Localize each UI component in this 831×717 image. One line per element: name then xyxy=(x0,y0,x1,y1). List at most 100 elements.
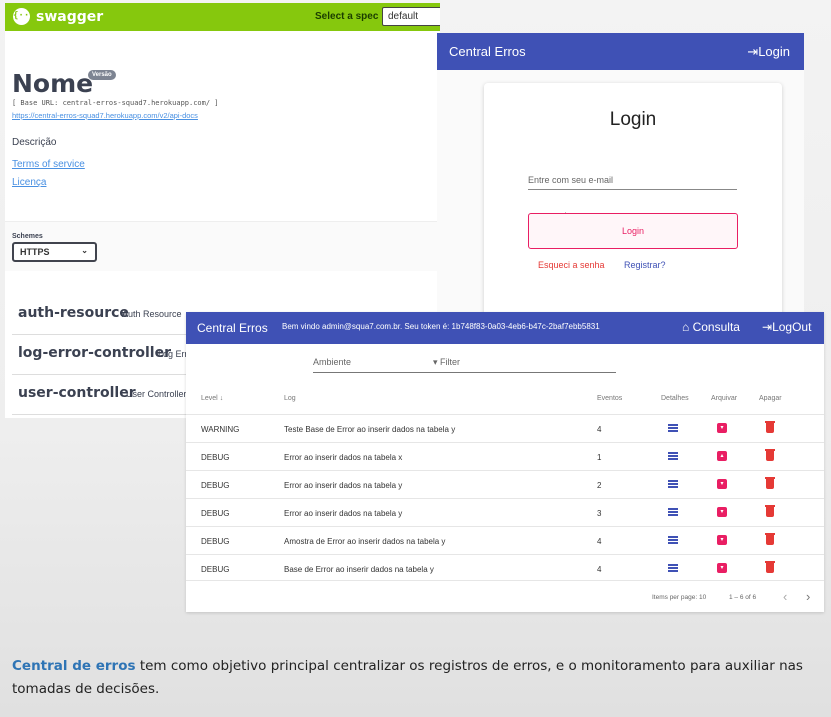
spec-label: Select a spec xyxy=(315,11,379,22)
trash-icon[interactable] xyxy=(765,477,775,489)
cell-log: Error ao inserir dados na tabela x xyxy=(284,453,403,462)
consulta-button[interactable]: ⌂ Consulta xyxy=(682,320,740,334)
login-window: Central Erros ⇥Login Login Entre com seu… xyxy=(437,33,804,323)
cell-level: DEBUG xyxy=(201,509,230,518)
schemes-label: Schemes xyxy=(12,233,43,240)
items-per-page[interactable]: Items per page: 10 xyxy=(652,594,706,601)
section-name: auth-resource xyxy=(18,305,129,321)
api-title: Nome xyxy=(12,69,94,98)
trash-icon[interactable] xyxy=(765,533,775,545)
details-icon[interactable] xyxy=(668,480,678,488)
archive-icon[interactable]: ▾ xyxy=(717,423,727,433)
cell-events: 3 xyxy=(597,509,602,518)
section-desc: User Controller xyxy=(126,389,187,399)
schemes-select-value: HTTPS xyxy=(20,247,50,257)
details-icon[interactable] xyxy=(668,508,678,516)
table-row: DEBUG Error ao inserir dados na tabela y… xyxy=(186,498,824,526)
schemes-select[interactable]: HTTPS ⌄ xyxy=(12,242,97,262)
archive-icon[interactable]: ▾ xyxy=(717,535,727,545)
cell-level: DEBUG xyxy=(201,453,230,462)
unarchive-icon[interactable]: ▴ xyxy=(717,451,727,461)
cell-events: 4 xyxy=(597,425,602,434)
table-row: DEBUG Error ao inserir dados na tabela y… xyxy=(186,470,824,498)
api-description: Descrição xyxy=(12,137,57,148)
license-link[interactable]: Licença xyxy=(12,177,46,188)
cell-level: DEBUG xyxy=(201,481,230,490)
trash-icon[interactable] xyxy=(765,561,775,573)
home-icon: ⌂ xyxy=(682,320,693,334)
cell-log: Error ao inserir dados na tabela y xyxy=(284,509,403,518)
api-docs-link[interactable]: https://central-erros-squad7.herokuapp.c… xyxy=(12,111,198,120)
version-badge: Versão xyxy=(88,70,116,80)
caption-highlight: Central de erros xyxy=(12,658,136,674)
table-row: DEBUG Amostra de Error ao inserir dados … xyxy=(186,526,824,554)
table-row: WARNING Teste Base de Error ao inserir d… xyxy=(186,414,824,442)
section-name: log-error-controller xyxy=(18,345,171,361)
chevron-down-icon: ⌄ xyxy=(81,246,88,255)
details-icon[interactable] xyxy=(668,564,678,572)
base-url: [ Base URL: central-erros-squad7.herokua… xyxy=(12,99,219,107)
register-link[interactable]: Registrar? xyxy=(624,260,666,270)
table-row: DEBUG Error ao inserir dados na tabela x… xyxy=(186,442,824,470)
login-card: Login Entre com seu e-mail password ◉ Lo… xyxy=(484,83,782,323)
archive-icon[interactable]: ▾ xyxy=(717,507,727,517)
chevron-left-icon[interactable]: ‹ xyxy=(783,589,787,604)
login-icon: ⇥ xyxy=(747,44,759,59)
sort-arrow-icon: ↓ xyxy=(219,395,224,402)
swagger-topbar: {···} swagger Select a spec default ⌄ xyxy=(5,3,440,31)
cell-events: 4 xyxy=(597,565,602,574)
login-app-bar: Central Erros ⇥Login xyxy=(437,33,804,70)
filter-label: Filter xyxy=(440,357,461,367)
terms-link[interactable]: Terms of service xyxy=(12,159,85,170)
cell-log: Amostra de Error ao inserir dados na tab… xyxy=(284,537,446,546)
login-nav-label: Login xyxy=(758,44,790,59)
cell-events: 1 xyxy=(597,453,602,462)
table-paginator: Items per page: 10 1 – 6 of 6 ‹ › xyxy=(186,580,824,612)
details-icon[interactable] xyxy=(668,452,678,460)
page-range: 1 – 6 of 6 xyxy=(729,594,757,601)
cell-events: 2 xyxy=(597,481,602,490)
logout-icon: ⇥ xyxy=(762,320,773,334)
section-name: user-controller xyxy=(18,385,136,401)
email-placeholder: Entre com seu e-mail xyxy=(528,175,614,185)
cell-log: Teste Base de Error ao inserir dados na … xyxy=(284,425,456,434)
consulta-label: Consulta xyxy=(692,320,740,334)
environment-select[interactable]: Ambiente xyxy=(313,353,433,373)
cell-events: 4 xyxy=(597,537,602,546)
trash-icon[interactable] xyxy=(765,449,775,461)
welcome-message: Bem vindo admin@squa7.com.br. Seu token … xyxy=(282,322,600,331)
chevron-right-icon[interactable]: › xyxy=(806,589,810,604)
logout-label: LogOut xyxy=(772,320,812,334)
caption: Central de erros tem como objetivo princ… xyxy=(12,655,817,701)
trash-icon[interactable] xyxy=(765,421,775,433)
archive-icon[interactable]: ▾ xyxy=(717,563,727,573)
swagger-logo-icon: {···} xyxy=(13,8,40,25)
logout-button[interactable]: ⇥LogOut xyxy=(762,320,811,334)
column-header-log[interactable]: Log xyxy=(284,395,296,402)
archive-icon[interactable]: ▾ xyxy=(717,479,727,489)
trash-icon[interactable] xyxy=(765,505,775,517)
login-heading: Login xyxy=(609,109,657,130)
login-nav-button[interactable]: ⇥Login xyxy=(747,44,790,60)
app-title: Central Erros xyxy=(197,321,268,335)
column-header-events[interactable]: Eventos xyxy=(597,395,622,402)
column-header-details: Detalhes xyxy=(661,395,689,402)
filter-input[interactable]: ▾ Filter xyxy=(433,353,616,373)
forgot-password-link[interactable]: Esqueci a senha xyxy=(538,260,605,270)
column-header-delete: Apagar xyxy=(759,395,782,402)
app-title: Central Erros xyxy=(449,44,526,59)
email-field[interactable]: Entre com seu e-mail xyxy=(528,175,737,190)
column-header-level[interactable]: Level ↓ xyxy=(201,395,223,402)
details-icon[interactable] xyxy=(668,536,678,544)
spec-select-value: default xyxy=(388,11,419,22)
cell-log: Base de Error ao inserir dados na tabela… xyxy=(284,565,434,574)
cell-level: DEBUG xyxy=(201,565,230,574)
spec-select[interactable]: default ⌄ xyxy=(382,7,440,26)
cell-level: WARNING xyxy=(201,425,240,434)
cell-log: Error ao inserir dados na tabela y xyxy=(284,481,403,490)
environment-label: Ambiente xyxy=(313,357,352,367)
dropdown-arrow-icon: ▾ xyxy=(433,357,441,367)
details-icon[interactable] xyxy=(668,424,678,432)
dashboard-window: Central Erros Bem vindo admin@squa7.com.… xyxy=(186,312,824,612)
login-button[interactable]: Login xyxy=(528,213,738,249)
